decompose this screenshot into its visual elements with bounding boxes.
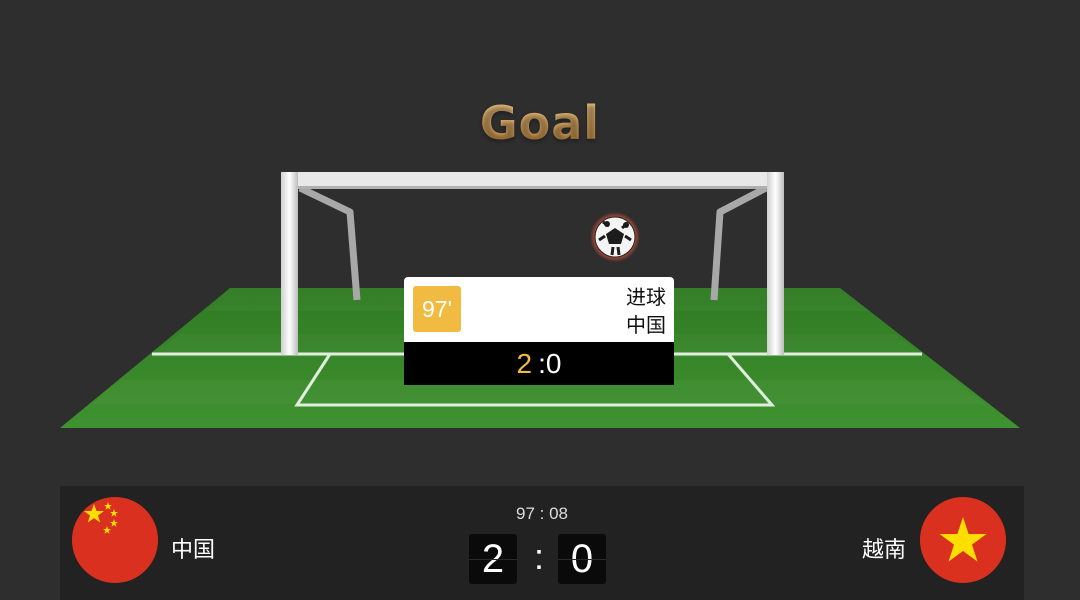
away-team-name: 越南 bbox=[861, 538, 906, 563]
event-away-score: :0 bbox=[538, 347, 562, 379]
vietnam-flag-icon bbox=[920, 497, 1006, 583]
home-team-name: 中国 bbox=[171, 538, 216, 563]
soccer-ball-icon bbox=[590, 212, 640, 262]
score-separator: : bbox=[533, 536, 544, 577]
event-card-header: 97' 进球 中国 bbox=[404, 277, 674, 342]
event-score-bar: 2 :0 bbox=[404, 342, 674, 385]
home-score-digit: 2 bbox=[469, 534, 517, 584]
match-stage: Goal 97' 进球 中国 2 :0 中国 97 : 08 2 : 0 越南 bbox=[0, 0, 1080, 600]
event-home-score: 2 bbox=[516, 347, 533, 379]
event-minute-badge: 97' bbox=[413, 286, 461, 332]
goal-event-card: 97' 进球 中国 2 :0 bbox=[404, 277, 674, 385]
scoreboard: 中国 97 : 08 2 : 0 越南 bbox=[60, 486, 1024, 600]
goal-banner-title: Goal bbox=[0, 96, 1080, 150]
event-type-label: 进球 bbox=[626, 285, 666, 309]
match-clock: 97 : 08 bbox=[516, 504, 568, 523]
away-score-digit: 0 bbox=[558, 534, 606, 584]
event-team-label: 中国 bbox=[626, 313, 666, 337]
